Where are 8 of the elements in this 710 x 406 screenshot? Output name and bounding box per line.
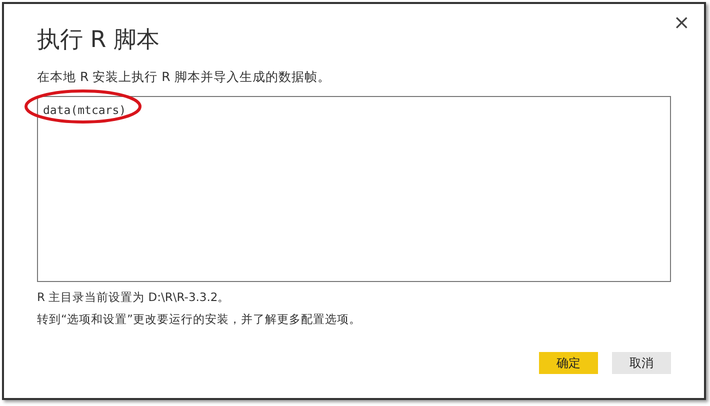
close-button[interactable]: × — [669, 10, 694, 34]
ok-button[interactable]: 确定 — [539, 352, 598, 374]
info-text: 转到“选项和设置”更改要运行的安装，并了解更多配置选项。 — [37, 311, 362, 328]
info-text: R 主目录当前设置为 D:\R\R-3.3.2。 — [37, 289, 231, 306]
cancel-button[interactable]: 取消 — [612, 352, 671, 374]
script-input-field[interactable]: data(mtcars) — [37, 96, 671, 282]
description-text: 在本地 R 安装上执行 R 脚本并导入生成的数据帧。 — [37, 68, 332, 86]
dialog-title: 执行 R 脚本 — [37, 26, 161, 55]
